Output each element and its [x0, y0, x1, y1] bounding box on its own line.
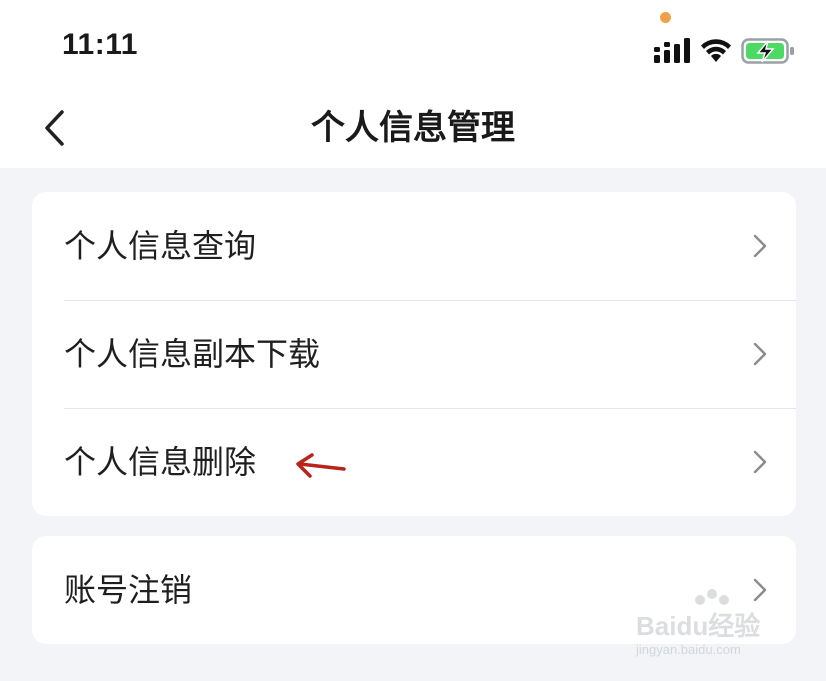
chevron-right-icon — [753, 450, 767, 474]
battery-charging-icon — [741, 38, 794, 64]
menu-item-label: 个人信息查询 — [64, 227, 257, 265]
cellular-signal-icon — [654, 38, 690, 63]
menu-item-personal-info-download[interactable]: 个人信息副本下载 — [32, 300, 796, 408]
watermark: Baidu经验 jingyan.baidu.com — [632, 589, 792, 664]
top-bar: 11:11 个人信息管理 — [0, 0, 826, 168]
wifi-icon — [701, 39, 731, 62]
menu-item-label: 个人信息删除 — [64, 443, 257, 481]
status-time: 11:11 — [62, 28, 138, 61]
page-title: 个人信息管理 — [311, 108, 515, 148]
settings-group-personal-info: 个人信息查询 个人信息副本下载 个人信息删除 — [32, 192, 796, 516]
chevron-right-icon — [753, 342, 767, 366]
recording-indicator — [660, 12, 671, 23]
watermark-brand: Baidu经验 — [636, 611, 761, 641]
menu-item-personal-info-delete[interactable]: 个人信息删除 — [32, 408, 796, 516]
menu-item-personal-info-query[interactable]: 个人信息查询 — [32, 192, 796, 300]
menu-item-label: 个人信息副本下载 — [64, 335, 321, 373]
watermark-url: jingyan.baidu.com — [636, 642, 741, 657]
annotation-arrow-icon — [296, 453, 346, 478]
chevron-right-icon — [753, 234, 767, 258]
menu-item-label: 账号注销 — [64, 571, 193, 609]
